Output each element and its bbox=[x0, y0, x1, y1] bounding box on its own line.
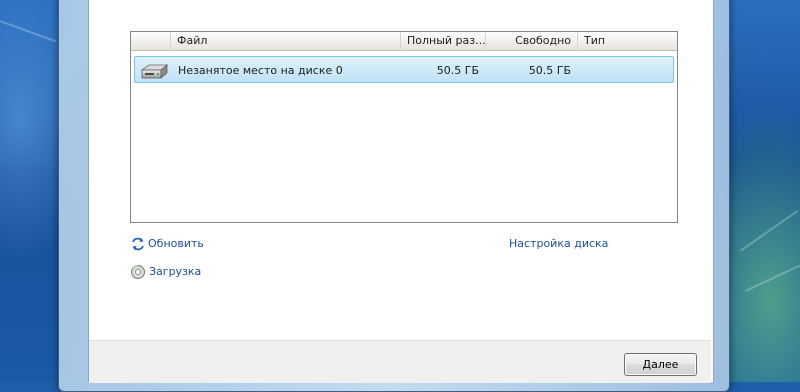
disk-setup-link[interactable]: Настройка диска bbox=[509, 237, 608, 250]
row-free-space: 50.5 ГБ bbox=[528, 64, 571, 77]
wallpaper-streak bbox=[0, 20, 57, 43]
load-driver-icon[interactable] bbox=[130, 264, 146, 283]
column-header-free[interactable]: Свободно bbox=[486, 32, 578, 50]
row-name: Незанятое место на диске 0 bbox=[178, 64, 343, 77]
column-header-icon[interactable] bbox=[131, 32, 171, 50]
dialog-footer bbox=[89, 340, 711, 383]
wallpaper-streak bbox=[745, 264, 800, 292]
list-header: Файл Полный раз... Свободно Тип bbox=[131, 32, 677, 51]
next-button[interactable]: Далее bbox=[624, 353, 697, 376]
disk-list[interactable]: Файл Полный раз... Свободно Тип Незанято… bbox=[130, 31, 678, 223]
refresh-link[interactable]: Обновить bbox=[148, 237, 204, 250]
wallpaper-streak bbox=[740, 209, 799, 252]
column-header-file[interactable]: Файл bbox=[171, 32, 401, 50]
column-header-total-size[interactable]: Полный раз... bbox=[401, 32, 486, 50]
hard-disk-icon bbox=[139, 57, 169, 84]
load-driver-link[interactable]: Загрузка bbox=[149, 265, 201, 278]
refresh-icon[interactable] bbox=[130, 236, 146, 255]
column-header-type[interactable]: Тип bbox=[578, 32, 677, 50]
list-item[interactable]: Незанятое место на диске 0 50.5 ГБ 50.5 … bbox=[134, 56, 674, 83]
row-total-size: 50.5 ГБ bbox=[436, 64, 479, 77]
